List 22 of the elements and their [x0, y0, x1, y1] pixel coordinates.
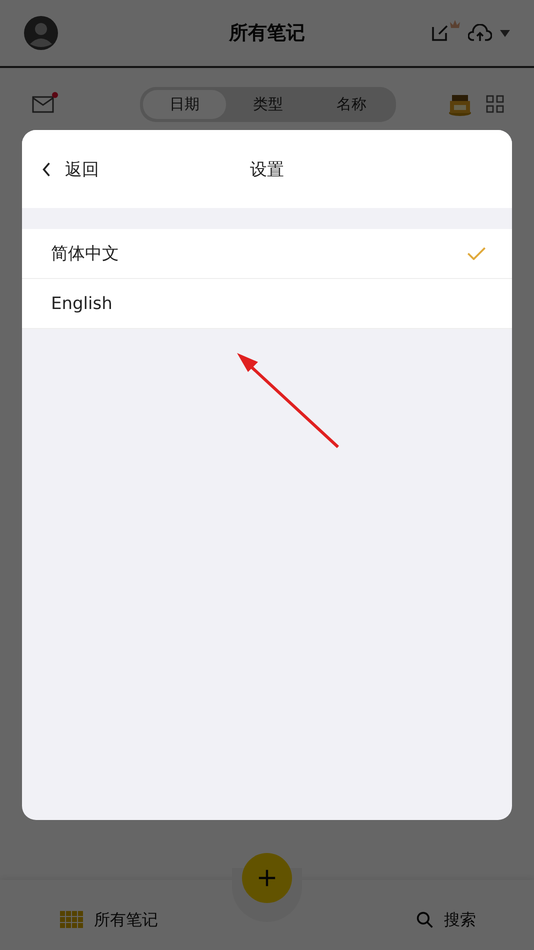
edit-icon[interactable] — [430, 23, 450, 43]
sort-tab[interactable]: 日期 — [143, 90, 226, 118]
back-button[interactable]: 返回 — [42, 158, 99, 180]
language-option[interactable]: English — [22, 279, 512, 329]
sort-tab[interactable]: 名称 — [310, 90, 393, 118]
mail-icon[interactable] — [32, 96, 54, 112]
crown-icon — [450, 20, 460, 28]
shop-icon[interactable] — [448, 92, 472, 116]
page-title: 所有笔记 — [229, 21, 305, 46]
cloud-upload-icon[interactable] — [468, 24, 492, 42]
plus-icon — [258, 869, 276, 887]
search-icon — [416, 911, 434, 929]
all-notes-tab[interactable]: 所有笔记 — [60, 910, 158, 930]
dialog-title: 设置 — [250, 158, 284, 180]
grid-icon — [60, 911, 84, 929]
language-option[interactable]: 简体中文 — [22, 229, 512, 279]
search-tab[interactable]: 搜索 — [416, 910, 476, 930]
sort-tab[interactable]: 类型 — [226, 90, 310, 118]
grid-view-icon[interactable] — [486, 95, 504, 113]
chevron-left-icon — [42, 162, 51, 176]
caret-icon[interactable] — [500, 30, 510, 36]
avatar-icon[interactable] — [24, 16, 58, 50]
